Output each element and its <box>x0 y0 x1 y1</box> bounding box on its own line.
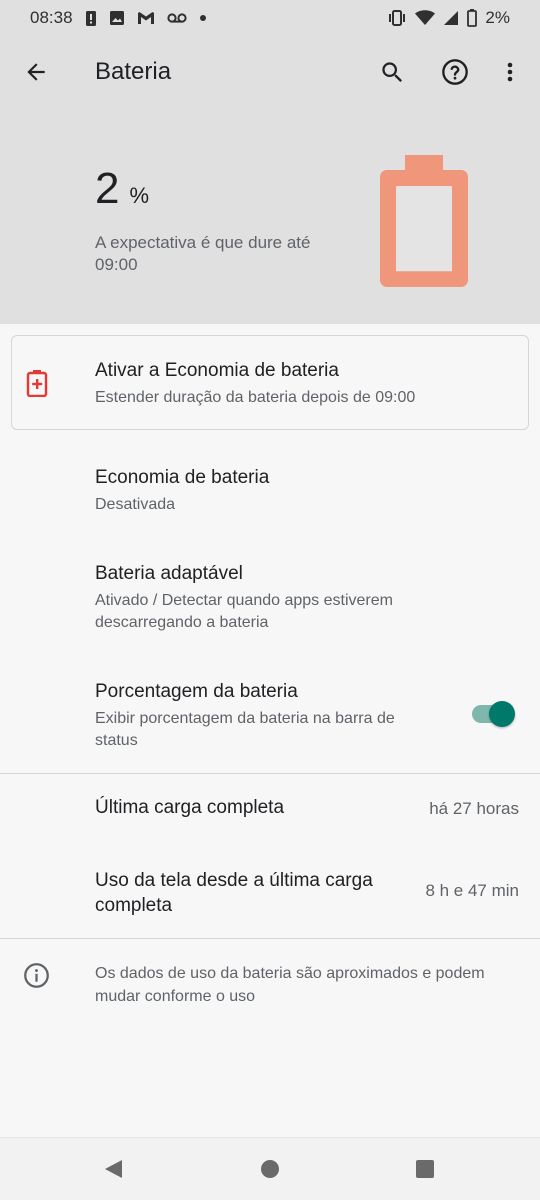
info-icon <box>23 962 50 994</box>
battery-saver-suggestion-card[interactable]: Ativar a Economia de bateria Estender du… <box>11 335 529 430</box>
setting-title: Economia de bateria <box>95 467 270 488</box>
battery-level-number: 2 <box>95 164 120 213</box>
setting-subtitle: Exibir porcentagem da bateria na barra d… <box>95 710 395 749</box>
dot-icon <box>199 14 207 22</box>
battery-info-text: Os dados de uso da bateria são aproximad… <box>95 965 485 1005</box>
usage-value: há 27 horas <box>429 799 519 818</box>
saver-suggestion-title: Ativar a Economia de bateria <box>95 360 339 381</box>
usage-value: 8 h e 47 min <box>425 881 519 900</box>
setting-battery-percentage[interactable]: Porcentagem da bateria Exibir porcentage… <box>0 664 540 768</box>
status-left-group: 08:38 <box>30 8 207 28</box>
alert-icon <box>85 10 97 27</box>
divider <box>0 938 540 939</box>
gmail-icon <box>137 11 155 25</box>
status-battery-percent: 2% <box>485 8 510 27</box>
status-bar: 08:38 2% <box>0 0 540 36</box>
triangle-back-icon <box>105 1160 122 1178</box>
battery-icon <box>467 9 478 27</box>
setting-title: Porcentagem da bateria <box>95 681 298 702</box>
square-recents-icon <box>416 1160 434 1178</box>
saver-suggestion-subtitle: Estender duração da bateria depois de 09… <box>95 389 416 406</box>
nav-home-button[interactable] <box>260 1159 280 1184</box>
image-icon <box>109 10 125 26</box>
usage-title: Uso da tela desde a última carga complet… <box>95 870 373 916</box>
signal-icon <box>443 10 459 26</box>
setting-battery-saver[interactable]: Economia de bateria Desativada <box>0 450 540 536</box>
navigation-bar <box>0 1137 540 1200</box>
battery-plus-icon <box>26 369 48 402</box>
vibrate-icon <box>387 10 407 26</box>
help-button[interactable] <box>435 52 475 92</box>
status-right-group: 2% <box>387 8 510 28</box>
more-vert-icon <box>507 62 513 82</box>
setting-subtitle: Desativada <box>95 496 176 513</box>
help-icon <box>442 59 468 85</box>
usage-screen-time: Uso da tela desde a última carga complet… <box>0 856 540 928</box>
more-options-button[interactable] <box>492 52 528 92</box>
wifi-icon <box>415 10 436 26</box>
nav-back-button[interactable] <box>102 1158 124 1185</box>
battery-estimate: A expectativa é que dure até 09:00 <box>95 233 311 274</box>
status-time: 08:38 <box>30 8 73 27</box>
voicemail-icon <box>166 12 187 24</box>
battery-graphic <box>378 154 470 295</box>
setting-adaptive-battery[interactable]: Bateria adaptável Ativado / Detectar qua… <box>0 546 540 646</box>
usage-last-full-charge: Última carga completa há 27 horas <box>0 780 540 838</box>
back-button[interactable] <box>16 52 56 92</box>
battery-level-unit: % <box>129 183 150 208</box>
setting-subtitle: Ativado / Detectar quando apps estiverem… <box>95 592 393 631</box>
search-button[interactable] <box>372 52 412 92</box>
battery-level: 2 % <box>95 164 149 214</box>
page-title: Bateria <box>95 58 172 85</box>
app-bar: Bateria <box>0 36 540 108</box>
search-icon <box>381 61 402 82</box>
battery-header: Bateria 2 % A expectativa é que dure até… <box>0 36 540 324</box>
toggle-thumb <box>489 701 515 727</box>
large-battery-icon <box>380 155 468 287</box>
arrow-back-icon <box>27 63 45 81</box>
nav-recents-button[interactable] <box>415 1159 435 1184</box>
setting-title: Bateria adaptável <box>95 563 243 584</box>
circle-home-icon <box>261 1160 279 1178</box>
battery-percentage-toggle[interactable] <box>470 700 516 728</box>
divider <box>0 773 540 774</box>
usage-title: Última carga completa <box>95 797 285 818</box>
